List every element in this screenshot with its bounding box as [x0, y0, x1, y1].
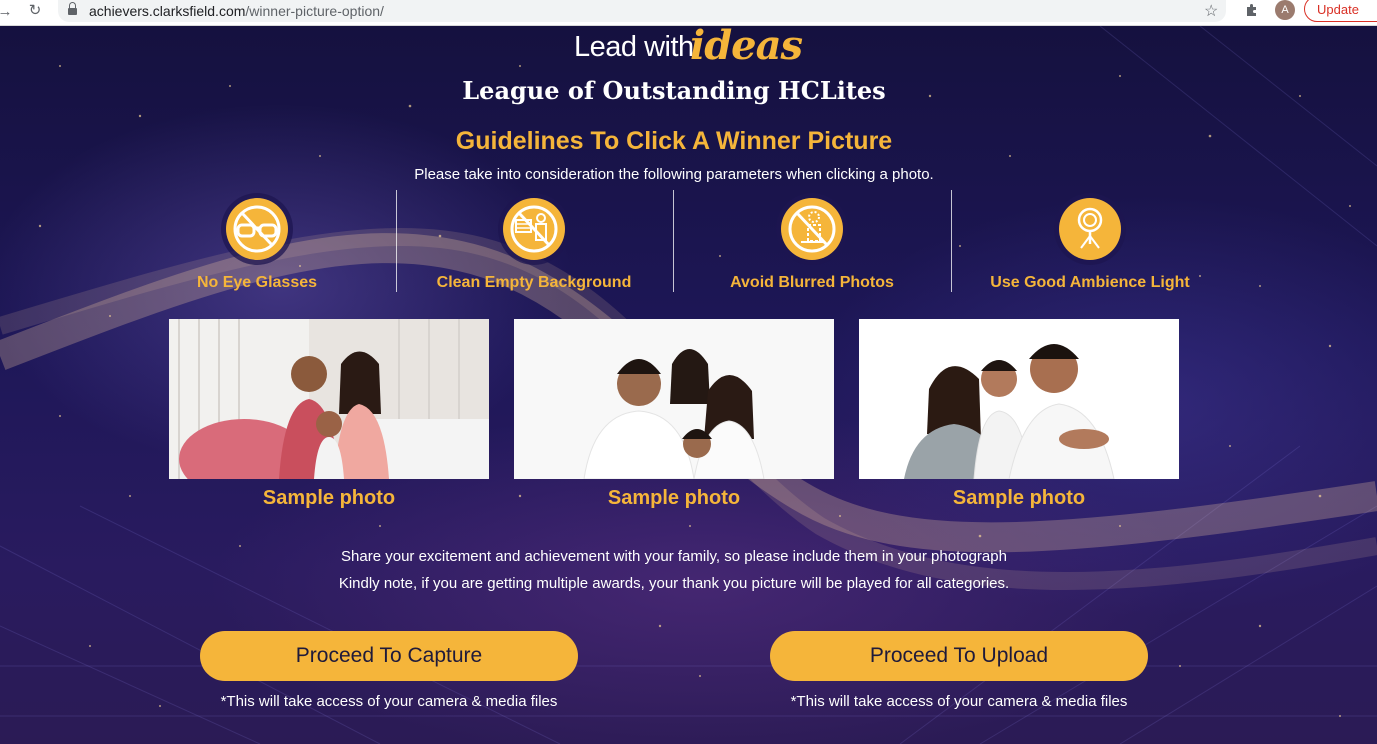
- update-button[interactable]: Update: [1304, 0, 1377, 22]
- family-note: Share your excitement and achievement wi…: [341, 548, 1007, 565]
- page-content: Lead with ideas League of Outstanding HC…: [0, 26, 1377, 744]
- guideline-good-light: Use Good Ambience Light: [955, 188, 1225, 300]
- reload-icon[interactable]: ↻: [24, 0, 46, 21]
- no-blur-icon: [776, 193, 848, 265]
- guideline-label: Avoid Blurred Photos: [730, 274, 894, 291]
- guideline-divider: [951, 190, 952, 292]
- avatar-letter: A: [1281, 4, 1289, 16]
- star-icon[interactable]: ☆: [1204, 1, 1218, 21]
- page-title: Guidelines To Click A Winner Picture: [455, 127, 893, 155]
- guideline-no-eye-glasses: No Eye Glasses: [122, 188, 392, 300]
- guideline-divider: [396, 190, 397, 292]
- sample-photo-caption: Sample photo: [607, 487, 741, 509]
- sample-photo-card: Sample photo: [859, 319, 1179, 510]
- multiple-awards-note: Kindly note, if you are getting multiple…: [338, 575, 1010, 592]
- proceed-to-upload-button[interactable]: Proceed To Upload: [770, 631, 1148, 681]
- sample-photo-image: [169, 319, 489, 479]
- light-icon: [1054, 193, 1126, 265]
- update-label: Update: [1317, 1, 1359, 17]
- lock-icon: [68, 2, 77, 16]
- browser-toolbar: → ↻ achievers.clarksfield.com/winner-pic…: [0, 0, 1377, 26]
- no-glasses-icon: [221, 193, 293, 265]
- sample-photo-caption: Sample photo: [262, 487, 396, 509]
- guideline-divider: [673, 190, 674, 292]
- sample-photo-card: Sample photo: [169, 319, 489, 510]
- no-background-icon: [498, 193, 570, 265]
- league-title: League of Outstanding HCLites: [462, 76, 886, 105]
- guideline-label: Clean Empty Background: [436, 274, 632, 291]
- url-path: /winner-picture-option/: [245, 3, 384, 19]
- sample-photo-image: [859, 319, 1179, 479]
- sample-photo-image: [514, 319, 834, 479]
- guideline-avoid-blurred: Avoid Blurred Photos: [677, 188, 947, 300]
- guideline-label: Use Good Ambience Light: [990, 274, 1190, 291]
- puzzle-icon[interactable]: [1244, 2, 1260, 18]
- capture-note: *This will take access of your camera & …: [220, 693, 558, 710]
- address-bar[interactable]: achievers.clarksfield.com/winner-picture…: [58, 0, 1226, 22]
- logo-lead-text: Lead with: [574, 31, 694, 63]
- guideline-label: No Eye Glasses: [196, 274, 318, 291]
- avatar[interactable]: A: [1275, 0, 1295, 20]
- url-host: achievers.clarksfield.com: [89, 3, 246, 19]
- proceed-to-capture-button[interactable]: Proceed To Capture: [200, 631, 578, 681]
- page-subtitle: Please take into consideration the follo…: [414, 166, 934, 183]
- upload-note: *This will take access of your camera & …: [790, 693, 1128, 710]
- sample-photo-caption: Sample photo: [952, 487, 1086, 509]
- sample-photo-card: Sample photo: [514, 319, 834, 510]
- logo-ideas-text: ideas: [690, 26, 803, 69]
- back-arrow-icon[interactable]: →: [0, 0, 16, 22]
- guideline-clean-background: Clean Empty Background: [399, 188, 669, 300]
